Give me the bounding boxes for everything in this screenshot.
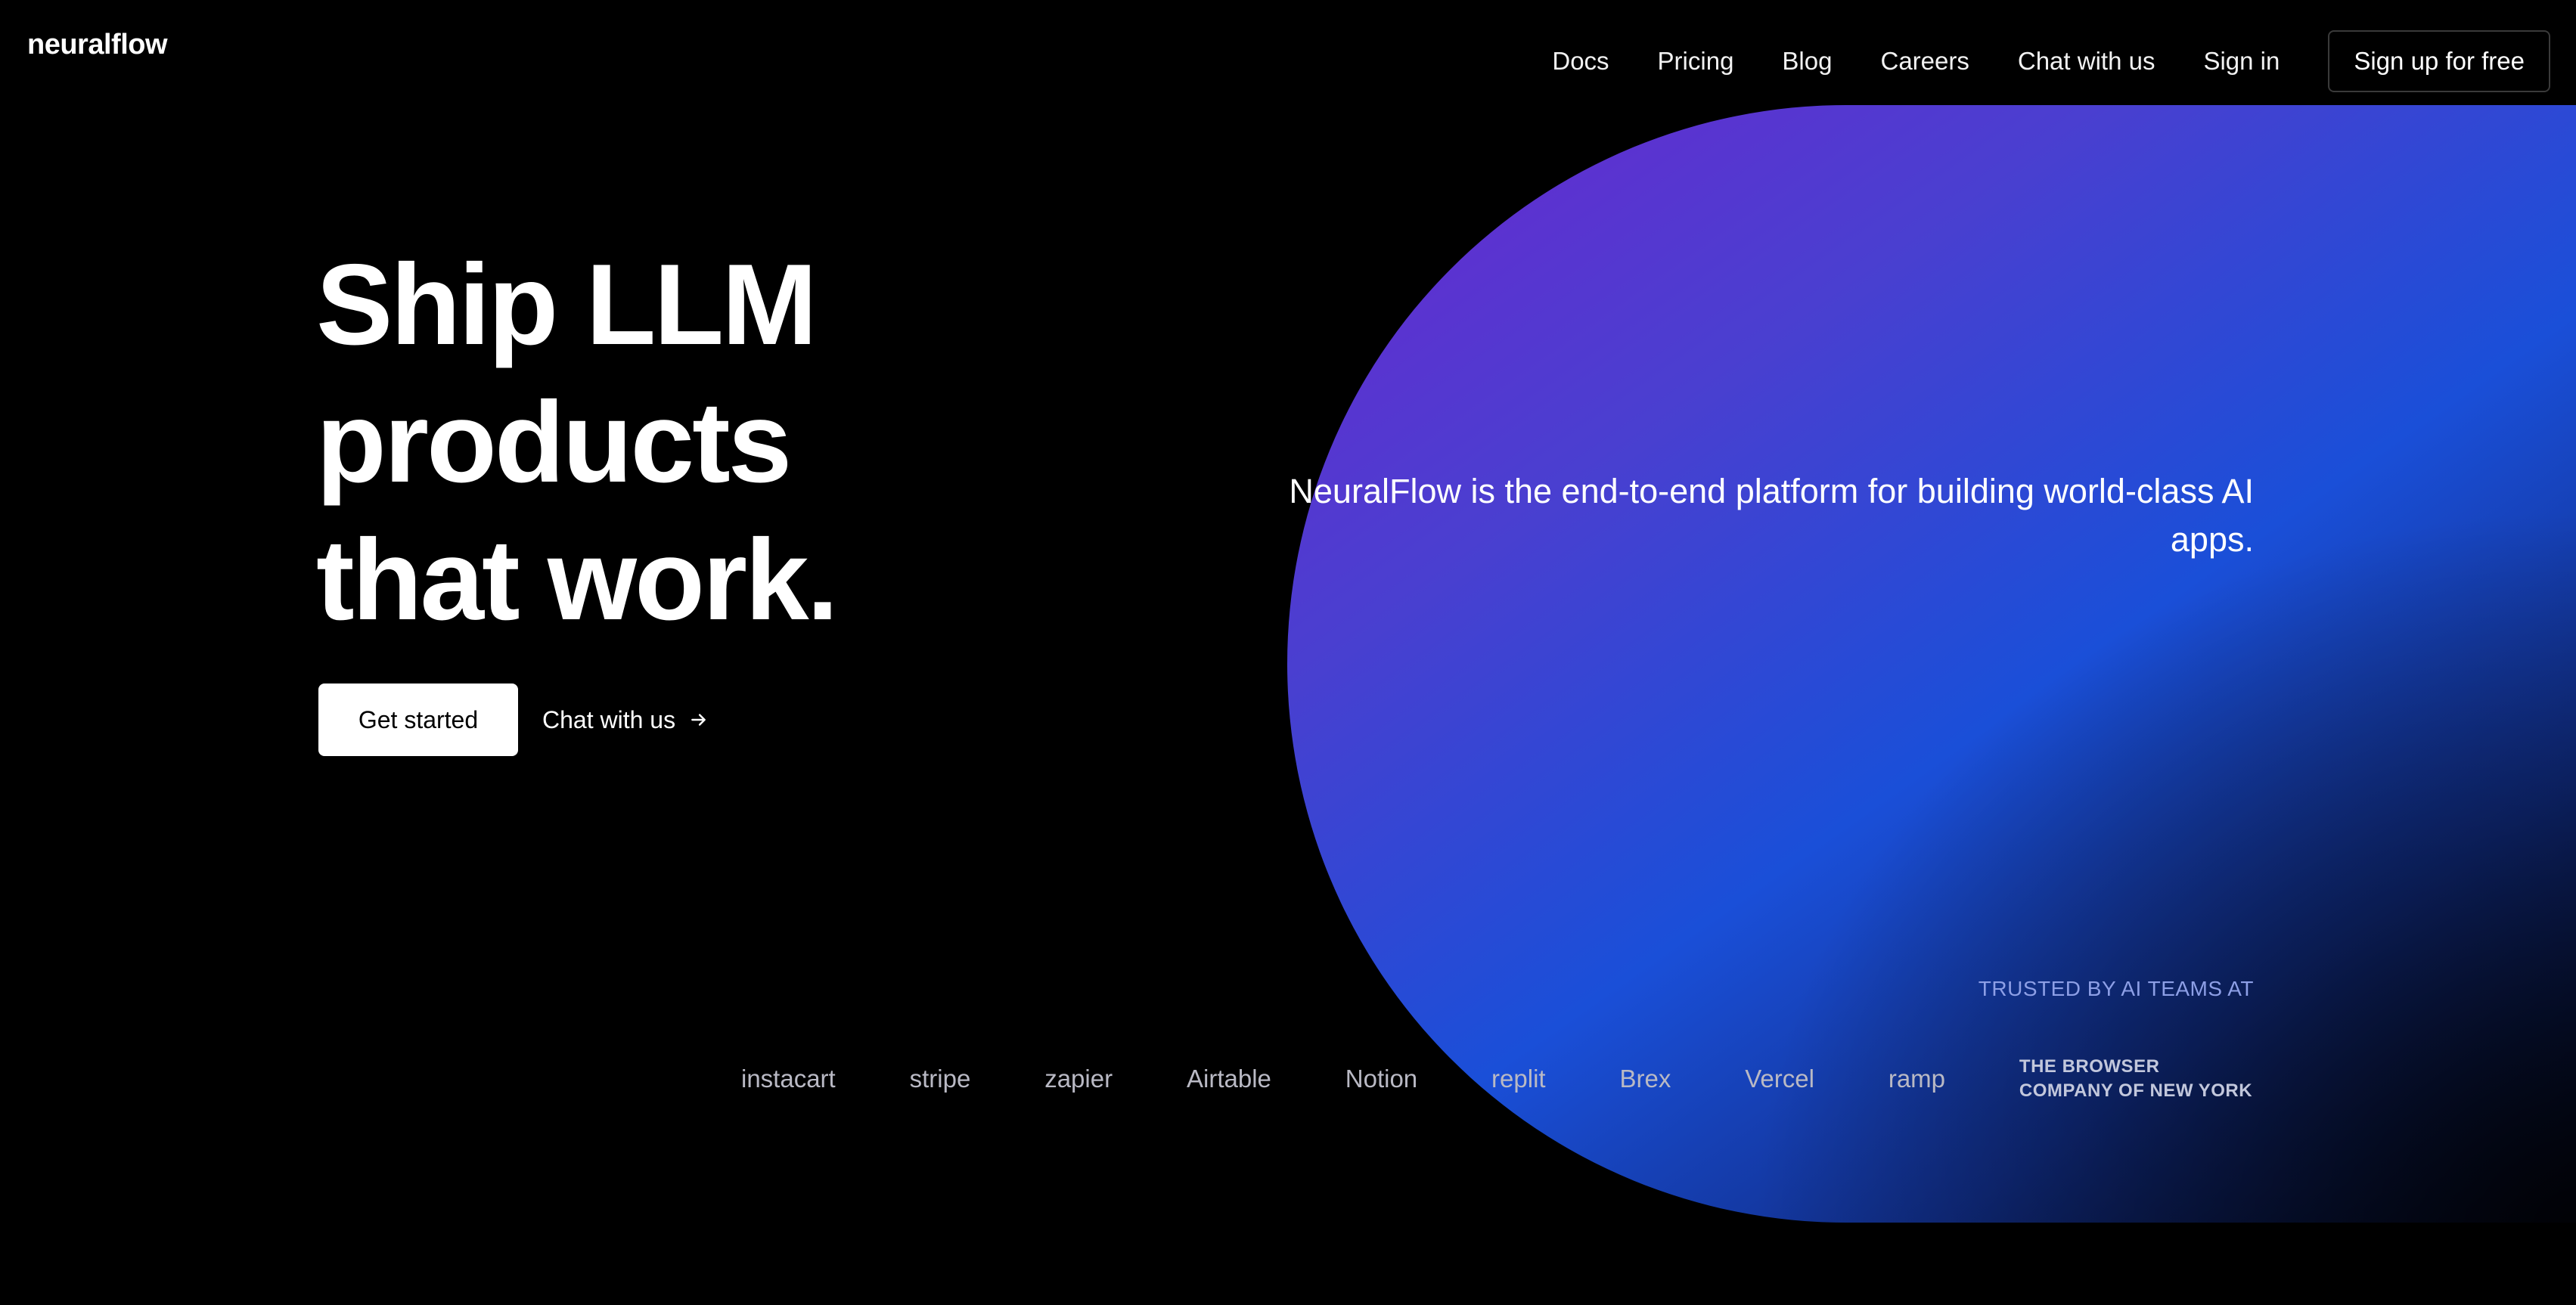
nav-sign-in[interactable]: Sign in [2203, 47, 2280, 76]
chat-with-us-link[interactable]: Chat with us [542, 706, 709, 734]
hero-tagline: NeuralFlow is the end-to-end platform fo… [1289, 472, 2254, 559]
hero-headline: Ship LLM products that work. [316, 236, 1072, 649]
hero-cta-row: Get started Chat with us [318, 683, 709, 756]
arrow-right-icon [691, 714, 706, 726]
get-started-button[interactable]: Get started [318, 683, 518, 756]
logo-vercel: Vercel [1745, 1065, 1814, 1093]
customer-logos: instacart stripe zapier Airtable Notion … [741, 1055, 2254, 1103]
nav-chat-with-us[interactable]: Chat with us [2018, 47, 2155, 76]
trusted-by-label: TRUSTED BY AI TEAMS AT [1978, 977, 2254, 1000]
top-nav: Docs Pricing Blog Careers Chat with us S… [1552, 30, 2550, 92]
logo-brex: Brex [1619, 1065, 1671, 1093]
headline-line: products [316, 378, 792, 507]
sign-up-button[interactable]: Sign up for free [2328, 30, 2550, 92]
logo-replit: replit [1491, 1065, 1546, 1093]
logo-zapier: zapier [1044, 1065, 1113, 1093]
nav-docs[interactable]: Docs [1552, 47, 1609, 76]
logo-instacart: instacart [741, 1065, 836, 1093]
brand-logo[interactable]: neuralflow [27, 29, 168, 61]
logo-ramp: ramp [1888, 1065, 1946, 1093]
nav-blog[interactable]: Blog [1782, 47, 1832, 76]
nav-careers[interactable]: Careers [1880, 47, 1969, 76]
logo-airtable: Airtable [1186, 1065, 1271, 1093]
headline-line: that work. [316, 516, 839, 644]
logo-stripe: stripe [909, 1065, 971, 1093]
chat-with-us-label: Chat with us [542, 705, 676, 733]
logo-the-browser-company: THE BROWSER COMPANY OF NEW YORK [2019, 1056, 2253, 1101]
logo-notion: Notion [1345, 1065, 1418, 1093]
headline-line: Ship LLM [316, 240, 818, 369]
nav-pricing[interactable]: Pricing [1658, 47, 1734, 76]
